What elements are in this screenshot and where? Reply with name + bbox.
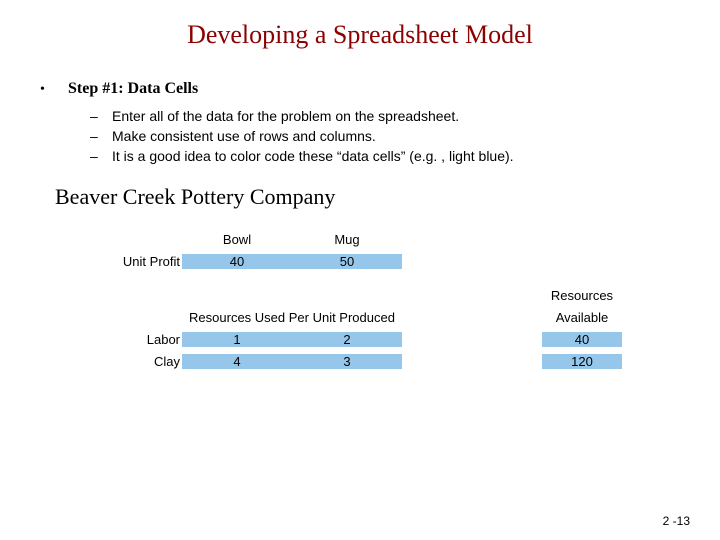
slide: Developing a Spreadsheet Model • Step #1… [0, 0, 720, 540]
sub-text: It is a good idea to color code these “d… [112, 148, 514, 164]
sub-bullet: – Enter all of the data for the problem … [90, 108, 690, 124]
labor-label: Labor [110, 332, 182, 347]
unit-profit-mug: 50 [292, 254, 402, 269]
sub-text: Make consistent use of rows and columns. [112, 128, 376, 144]
unit-profit-bowl: 40 [182, 254, 292, 269]
resources-used-header: Resources Used Per Unit Produced [182, 310, 402, 325]
col-header-mug: Mug [292, 232, 402, 247]
resources-header: Resources [542, 288, 622, 303]
labor-bowl: 1 [182, 332, 292, 347]
step-bullet: • Step #1: Data Cells [40, 80, 690, 98]
sub-bullet: – It is a good idea to color code these … [90, 148, 690, 164]
clay-label: Clay [110, 354, 182, 369]
labor-mug: 2 [292, 332, 402, 347]
spreadsheet: Bowl Mug Unit Profit 40 50 Resources Res… [110, 228, 690, 372]
bullet-icon: • [40, 80, 68, 98]
col-header-bowl: Bowl [182, 232, 292, 247]
resources-header-row-1: Resources [110, 284, 690, 306]
page-number: 2 -13 [663, 514, 690, 528]
dash-icon: – [90, 128, 112, 144]
unit-profit-row: Unit Profit 40 50 [110, 250, 690, 272]
dash-icon: – [90, 148, 112, 164]
clay-available: 120 [542, 354, 622, 369]
resources-header-row-2: Resources Used Per Unit Produced Availab… [110, 306, 690, 328]
page-title: Developing a Spreadsheet Model [30, 20, 690, 50]
available-header: Available [542, 310, 622, 325]
sub-text: Enter all of the data for the problem on… [112, 108, 459, 124]
clay-bowl: 4 [182, 354, 292, 369]
step-sub-list: – Enter all of the data for the problem … [90, 108, 690, 164]
spacer [110, 272, 690, 284]
clay-mug: 3 [292, 354, 402, 369]
clay-row: Clay 4 3 120 [110, 350, 690, 372]
dash-icon: – [90, 108, 112, 124]
labor-row: Labor 1 2 40 [110, 328, 690, 350]
step-label: Step #1: Data Cells [68, 80, 198, 98]
header-row: Bowl Mug [110, 228, 690, 250]
labor-available: 40 [542, 332, 622, 347]
unit-profit-label: Unit Profit [110, 254, 182, 269]
company-name: Beaver Creek Pottery Company [55, 184, 690, 210]
sub-bullet: – Make consistent use of rows and column… [90, 128, 690, 144]
